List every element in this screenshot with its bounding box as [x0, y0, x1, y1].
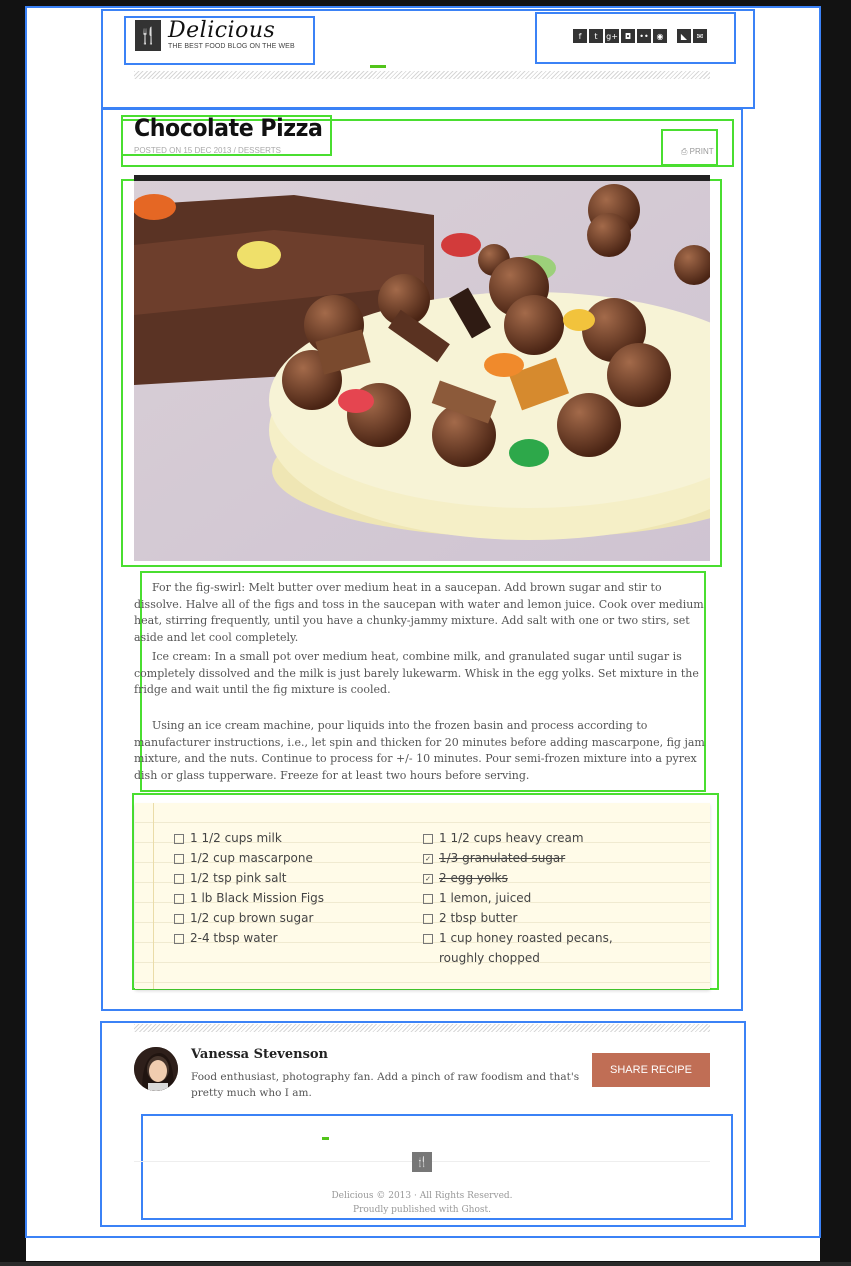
avatar[interactable]	[134, 1047, 178, 1091]
share-recipe-button[interactable]: SHARE RECIPE	[592, 1053, 710, 1087]
ingredient-item[interactable]: 1/2 cup mascarpone	[174, 848, 313, 868]
checkbox[interactable]	[174, 854, 184, 864]
post-title: Chocolate Pizza	[134, 114, 323, 142]
camera-icon[interactable]: ◉	[653, 29, 667, 43]
checkbox[interactable]	[174, 934, 184, 944]
nav-indicator	[370, 65, 386, 68]
twitter-icon[interactable]: t	[589, 29, 603, 43]
author-divider	[134, 1024, 710, 1032]
checkbox[interactable]	[174, 914, 184, 924]
checkbox[interactable]	[174, 894, 184, 904]
author-name[interactable]: Vanessa Stevenson	[191, 1047, 328, 1062]
checkbox[interactable]	[423, 934, 433, 944]
ingredient-item[interactable]: 1 lb Black Mission Figs	[174, 888, 324, 908]
checkbox[interactable]	[423, 894, 433, 904]
fork-knife-icon[interactable]: 🍴	[412, 1152, 432, 1172]
flickr-icon[interactable]: ••	[637, 29, 651, 43]
author-bio: Food enthusiast, photography fan. Add a …	[191, 1071, 580, 1099]
footer-powered-by[interactable]: Proudly published with Ghost.	[134, 1205, 710, 1215]
instagram-icon[interactable]: ◘	[621, 29, 635, 43]
ingredient-item[interactable]: 1/2 cup brown sugar	[174, 908, 313, 928]
printer-icon: ⎙	[681, 147, 688, 156]
google-plus-icon[interactable]: g+	[605, 29, 619, 43]
social-spacer	[669, 29, 675, 43]
ingredient-item[interactable]: 1 1/2 cups milk	[174, 828, 282, 848]
header-divider	[134, 71, 710, 79]
footer-copyright: Delicious © 2013 · All Rights Reserved.	[331, 1191, 513, 1201]
checkbox[interactable]	[174, 834, 184, 844]
ingredient-item[interactable]: ✓ 2 egg yolks	[423, 868, 508, 888]
social-links: f t g+ ◘ •• ◉ ◣ ✉	[573, 29, 707, 43]
rss-icon[interactable]: ◣	[677, 29, 691, 43]
site-title[interactable]: Delicious	[168, 18, 275, 43]
email-icon[interactable]: ✉	[693, 29, 707, 43]
ingredient-item[interactable]: 1 cup honey roasted pecans, roughly chop…	[423, 928, 643, 968]
checkbox-checked[interactable]: ✓	[423, 854, 433, 864]
window-bottom-bar	[0, 1262, 851, 1266]
facebook-icon[interactable]: f	[573, 29, 587, 43]
ingredient-item[interactable]: 1 1/2 cups heavy cream	[423, 828, 584, 848]
ingredient-item[interactable]: ✓ 1/3 granulated sugar	[423, 848, 565, 868]
paragraph-process: Using an ice cream machine, pour liquids…	[134, 719, 705, 782]
footer-indicator	[322, 1137, 329, 1140]
ingredient-item[interactable]: 2 tbsp butter	[423, 908, 517, 928]
print-button[interactable]: ⎙ PRINT	[681, 147, 714, 157]
ingredient-item[interactable]: 1/2 tsp pink salt	[174, 868, 286, 888]
fork-knife-icon[interactable]: 🍴	[135, 20, 161, 51]
ingredient-item[interactable]: 2-4 tbsp water	[174, 928, 278, 948]
checkbox-checked[interactable]: ✓	[423, 874, 433, 884]
recipe-photo	[134, 175, 710, 561]
post-meta: POSTED ON 15 DEC 2013 / DESSERTS	[134, 146, 282, 155]
print-label: PRINT	[689, 147, 714, 156]
paragraph-fig-swirl: For the fig-swirl: Melt butter over medi…	[134, 581, 704, 644]
checkbox[interactable]	[174, 874, 184, 884]
paragraph-ice-cream: Ice cream: In a small pot over medium he…	[134, 650, 699, 696]
checkbox[interactable]	[423, 834, 433, 844]
ingredient-item[interactable]: 1 lemon, juiced	[423, 888, 531, 908]
checkbox[interactable]	[423, 914, 433, 924]
site-tagline: THE BEST FOOD BLOG ON THE WEB	[168, 43, 295, 50]
